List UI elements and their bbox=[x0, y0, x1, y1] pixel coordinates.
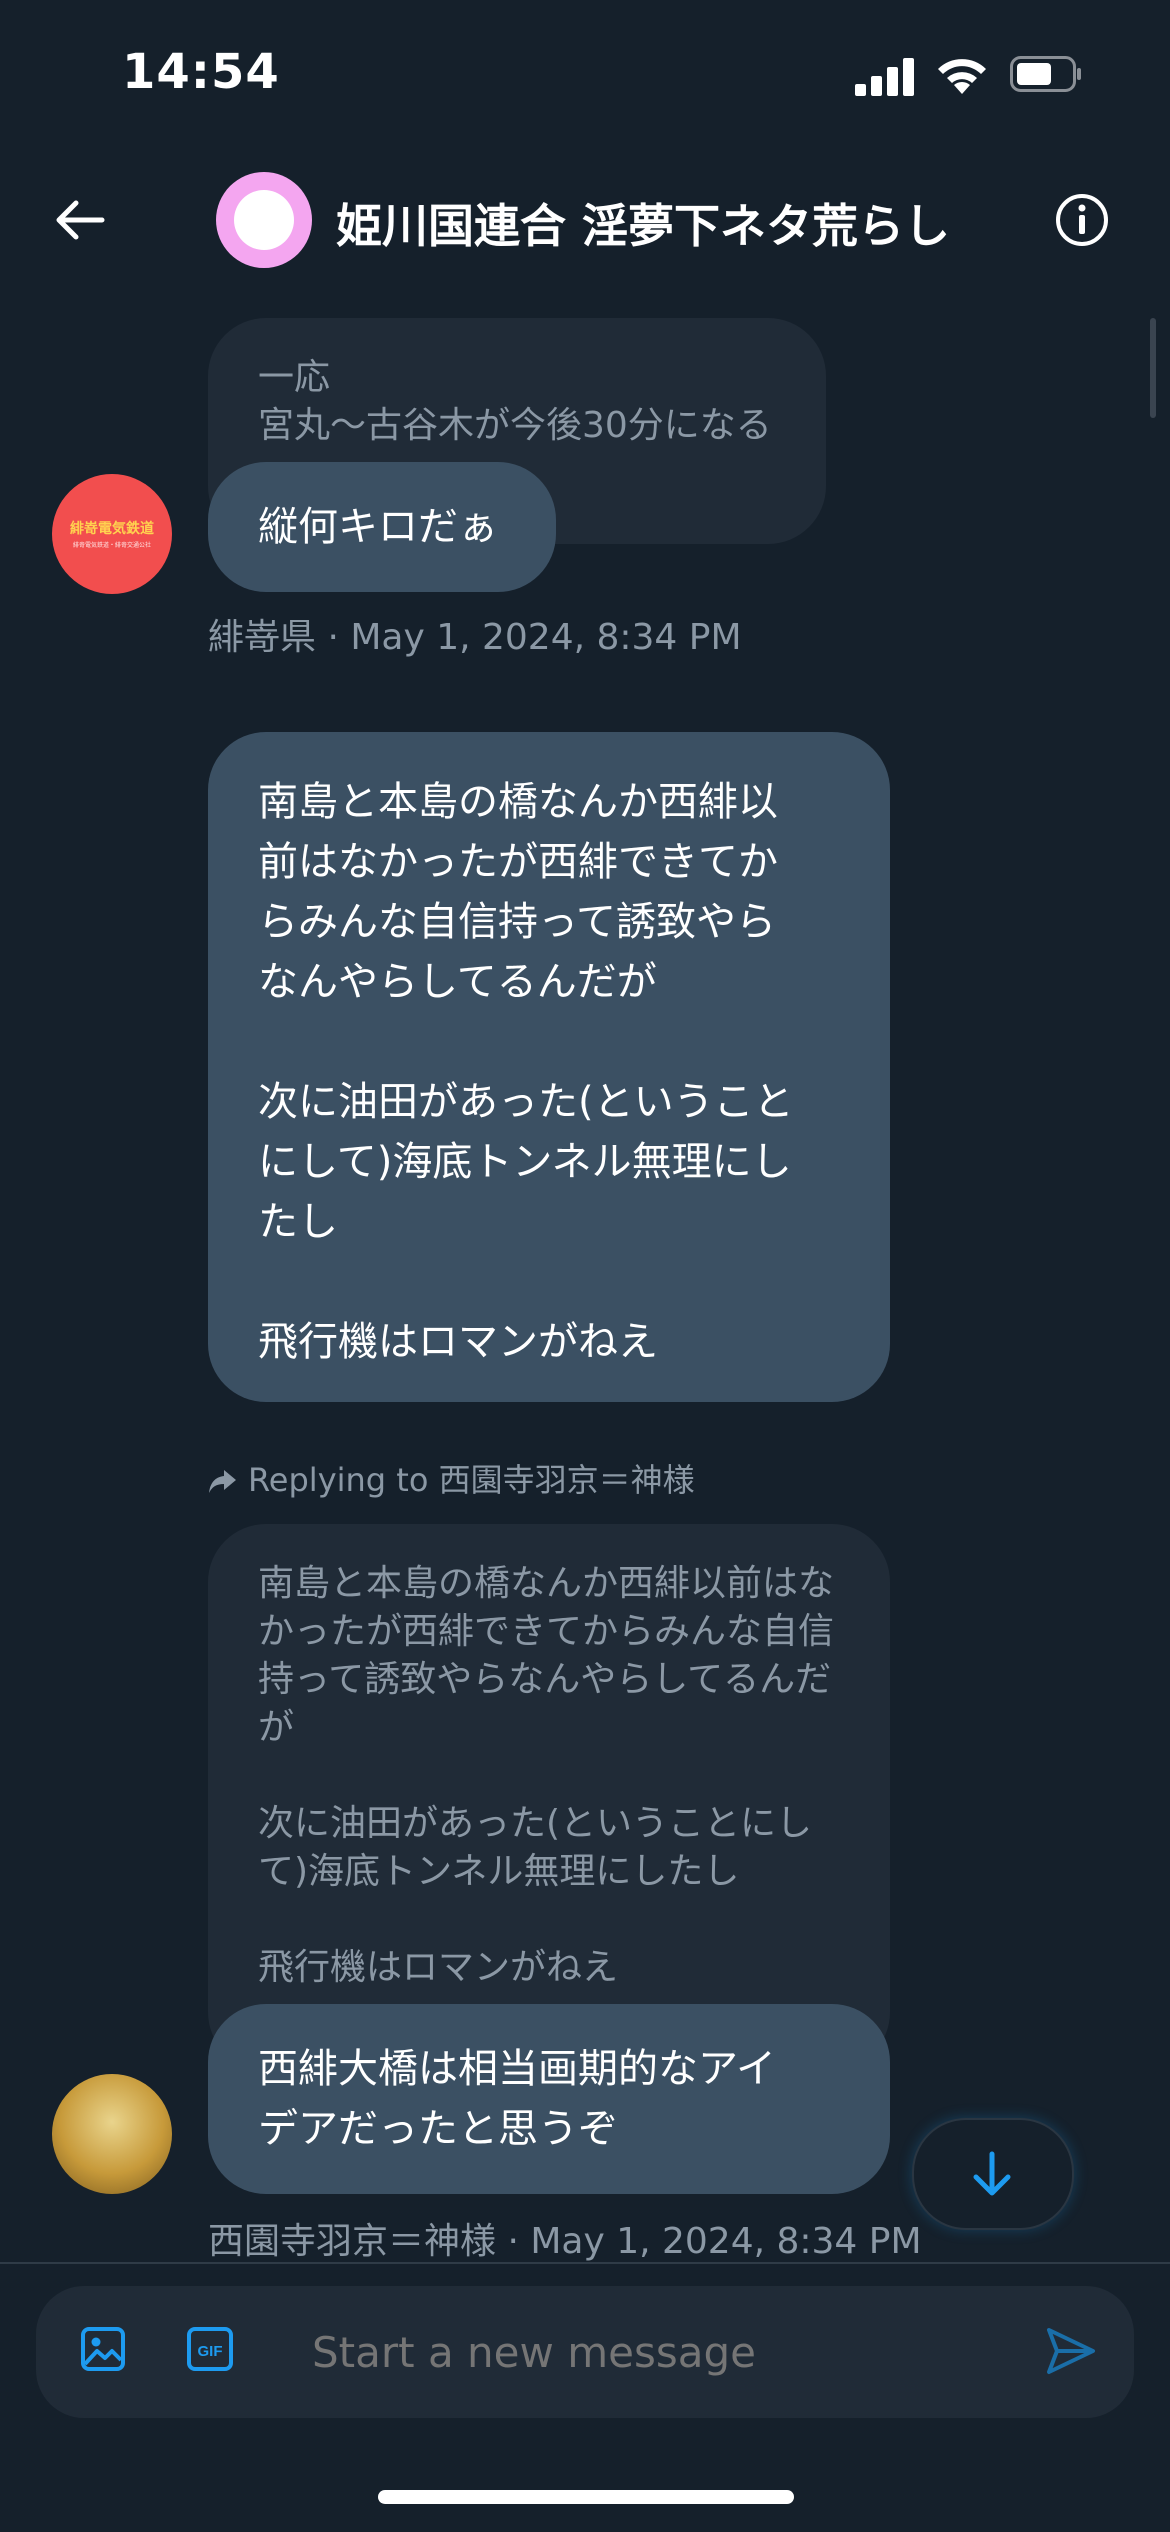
reply-arrow-icon bbox=[209, 1470, 236, 1493]
message-meta: 西園寺羽京＝神様 · May 1, 2024, 8:34 PM bbox=[208, 2221, 922, 2262]
message-bubble[interactable]: 南島と本島の橋なんか西緋以 前はなかったが西緋できてか らみんな自信持って誘致や… bbox=[208, 732, 890, 1402]
wifi-icon bbox=[938, 59, 986, 94]
message-bubble[interactable]: 縦何キロだぁ bbox=[208, 462, 556, 592]
avatar-logo-subtext: 緋嵜電気鉄道・緋嵜交通公社 bbox=[72, 542, 151, 549]
avatar-logo-text: 緋嵜電気鉄道 bbox=[70, 521, 154, 537]
sender-avatar[interactable]: 緋嵜電気鉄道 緋嵜電気鉄道・緋嵜交通公社 bbox=[52, 474, 172, 594]
info-icon[interactable] bbox=[1054, 192, 1110, 248]
message-bubble[interactable]: 西緋大橋は相当画期的なアイ デアだったと思うぞ bbox=[208, 2004, 890, 2194]
battery-icon bbox=[1010, 56, 1081, 92]
status-time: 14:54 bbox=[122, 44, 280, 100]
message-meta: 緋嵜県 · May 1, 2024, 8:34 PM bbox=[208, 617, 742, 658]
quoted-message[interactable]: 南島と本島の橋なんか西緋以前はな かったが西緋できてからみんな自信 持って誘致や… bbox=[208, 1524, 890, 2070]
gif-icon[interactable]: GIF bbox=[186, 2326, 234, 2372]
svg-text:GIF: GIF bbox=[198, 2343, 223, 2360]
image-icon[interactable] bbox=[80, 2326, 126, 2372]
back-button[interactable] bbox=[48, 188, 112, 252]
reply-target: Replying to 西園寺羽京＝神様 bbox=[248, 1461, 695, 1499]
sender-avatar[interactable] bbox=[52, 2074, 172, 2194]
home-indicator[interactable] bbox=[378, 2490, 794, 2504]
group-avatar[interactable] bbox=[216, 172, 312, 268]
composer-divider bbox=[0, 2262, 1170, 2264]
signal-icon bbox=[855, 56, 915, 96]
scrollbar-thumb[interactable] bbox=[1150, 318, 1156, 418]
conversation-title[interactable]: 姫川国連合 淫夢下ネタ荒らし bbox=[336, 190, 950, 256]
scroll-to-bottom-button[interactable] bbox=[912, 2118, 1074, 2230]
message-input[interactable] bbox=[312, 2322, 1012, 2382]
arrow-down-icon bbox=[973, 2151, 1011, 2196]
send-icon[interactable] bbox=[1044, 2324, 1098, 2378]
replying-to-label: Replying to 西園寺羽京＝神様 bbox=[208, 1455, 695, 1501]
